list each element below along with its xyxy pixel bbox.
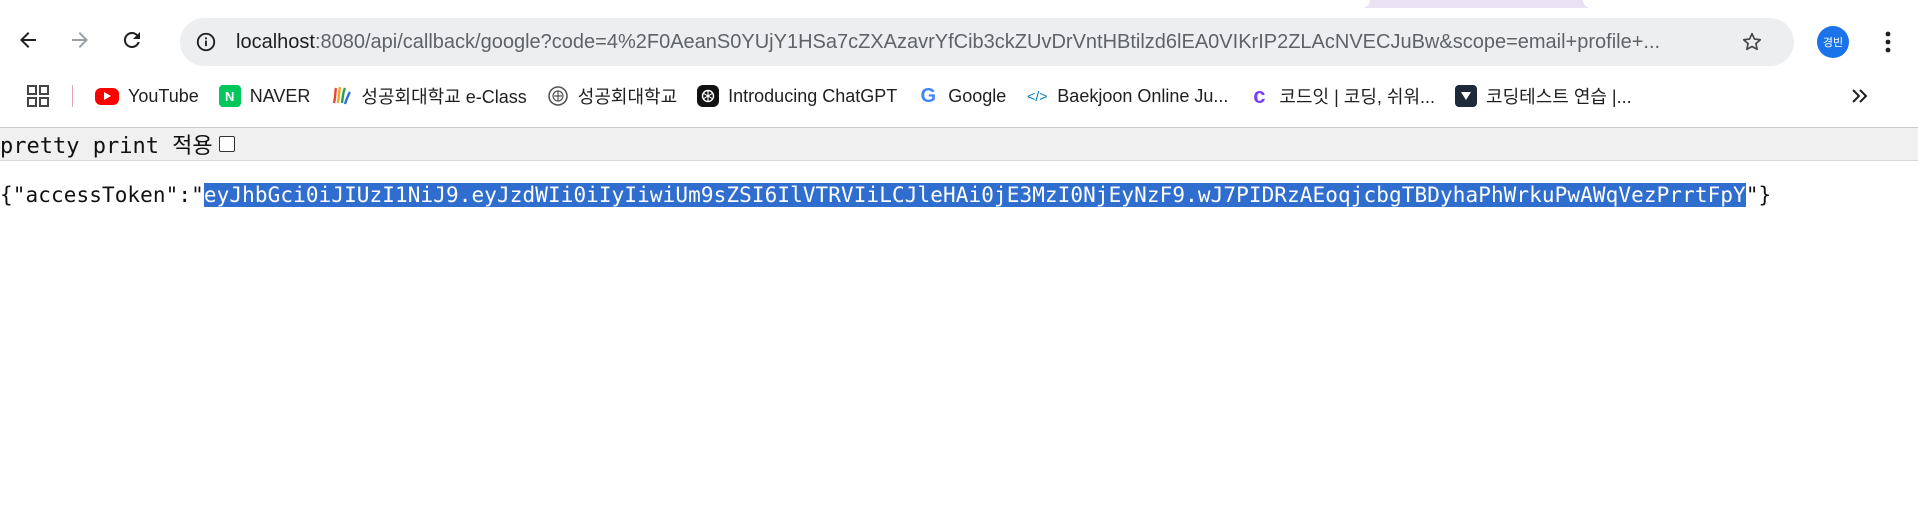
apps-grid-icon	[27, 85, 49, 107]
bookmark-label: 성공회대학교 e-Class	[361, 87, 527, 107]
bookmark-google[interactable]: G Google	[907, 78, 1016, 114]
bookmark-naver[interactable]: N NAVER	[209, 78, 321, 114]
bookmark-label: Google	[948, 85, 1007, 106]
youtube-icon	[95, 87, 119, 105]
bookmark-codeit[interactable]: c 코드잇 | 코딩, 쉬워...	[1238, 78, 1445, 114]
bookmark-label: NAVER	[249, 85, 311, 106]
reload-button[interactable]	[112, 20, 152, 60]
chatgpt-icon	[697, 85, 720, 107]
json-response: {"accessToken":"eyJhbGci0iJIUzI1NiJ9.eyJ…	[0, 183, 1771, 207]
forward-button[interactable]	[60, 20, 100, 60]
back-arrow-icon	[20, 32, 36, 48]
bookmark-label: YouTube	[128, 85, 199, 106]
url-path: :8080/api/callback/google?code=4%2F0Aean…	[314, 30, 1661, 53]
bookmarks-separator	[72, 85, 73, 107]
kebab-menu-icon	[1885, 31, 1891, 53]
profile-avatar[interactable]: 경빈	[1817, 26, 1849, 58]
forward-arrow-icon	[72, 32, 88, 48]
browser-toolbar: localhost:8080/api/callback/google?code=…	[0, 8, 1918, 74]
naver-icon: N	[218, 85, 241, 107]
double-chevron-right-icon	[1852, 89, 1868, 103]
pretty-print-label: pretty print 적용	[0, 134, 213, 159]
info-icon	[196, 32, 216, 52]
bookmark-university[interactable]: 성공회대학교	[537, 78, 687, 114]
url-host: localhost	[236, 30, 315, 53]
more-bookmarks-button[interactable]	[1842, 78, 1878, 114]
eclass-icon	[330, 85, 352, 107]
bookmark-youtube[interactable]: YouTube	[85, 78, 209, 114]
apps-button[interactable]	[18, 78, 58, 114]
json-suffix: "}	[1745, 183, 1772, 207]
back-button[interactable]	[8, 20, 48, 60]
bookmark-label: 코드잇 | 코딩, 쉬워...	[1279, 87, 1436, 107]
bookmark-programmers[interactable]: 코딩테스트 연습 |...	[1445, 78, 1642, 114]
active-tab-edge[interactable]	[0, 0, 1370, 8]
bookmark-star-button[interactable]	[1734, 24, 1770, 60]
star-icon	[1742, 32, 1762, 51]
site-info-button[interactable]	[188, 24, 224, 60]
university-icon	[547, 85, 569, 107]
tab-strip	[0, 0, 1918, 8]
tab-edge-right[interactable]	[1583, 0, 1918, 8]
codeit-icon: c	[1253, 83, 1266, 108]
programmers-icon	[1455, 85, 1478, 107]
selected-token[interactable]: eyJhbGci0iJIUzI1NiJ9.eyJzdWIi0iIyIiwiUm9…	[203, 183, 1746, 207]
pretty-print-bar: pretty print 적용	[0, 128, 1918, 161]
reload-icon	[123, 31, 140, 48]
bookmark-baekjoon[interactable]: </> Baekjoon Online Ju...	[1016, 78, 1238, 114]
bookmarks-bar: YouTube N NAVER 성공회대학교 e-Class 성공회대학교 In…	[0, 74, 1918, 118]
google-icon: G	[920, 84, 937, 107]
bookmark-label: Introducing ChatGPT	[728, 85, 898, 106]
json-prefix: {"accessToken":"	[0, 183, 204, 207]
address-bar[interactable]: localhost:8080/api/callback/google?code=…	[180, 18, 1794, 66]
bookmark-chatgpt[interactable]: Introducing ChatGPT	[687, 78, 907, 114]
bookmark-label: Baekjoon Online Ju...	[1057, 85, 1229, 106]
code-brackets-icon: </>	[1027, 88, 1048, 104]
pretty-print-checkbox[interactable]	[218, 136, 235, 152]
bookmark-label: 성공회대학교	[577, 87, 678, 107]
bookmark-eclass[interactable]: 성공회대학교 e-Class	[320, 78, 536, 114]
bookmark-label: 코딩테스트 연습 |...	[1486, 87, 1632, 107]
url-text[interactable]: localhost:8080/api/callback/google?code=…	[236, 31, 1716, 54]
browser-menu-button[interactable]	[1870, 22, 1906, 62]
